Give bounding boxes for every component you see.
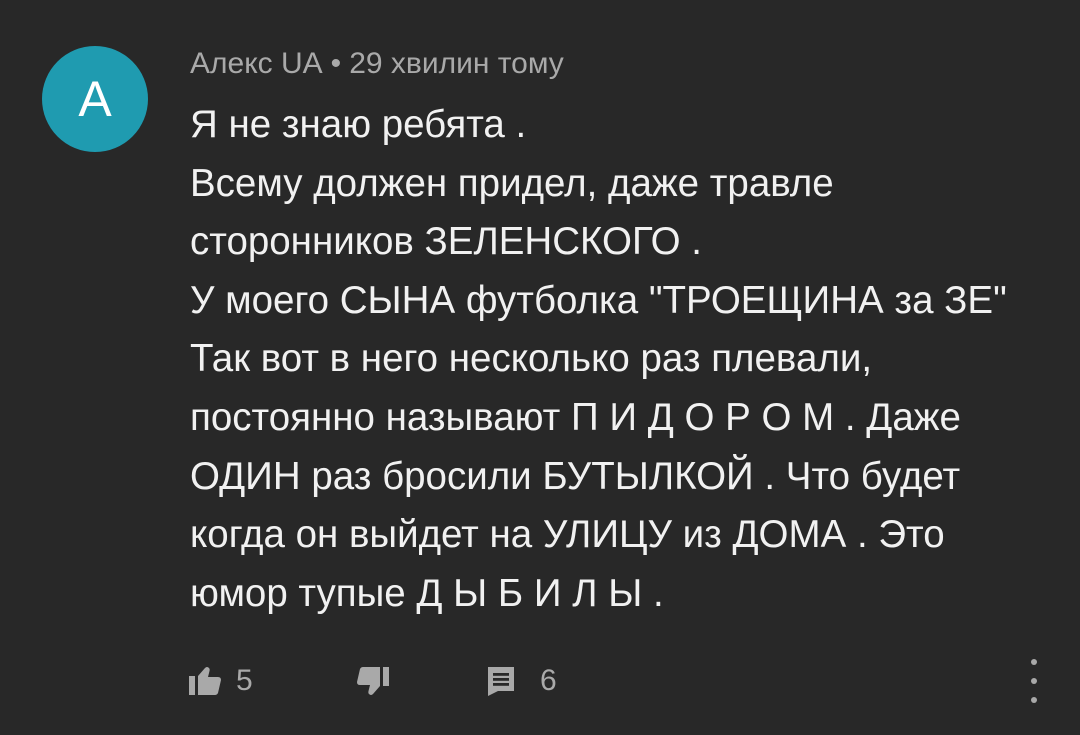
thumbs-up-icon xyxy=(189,667,221,695)
comment-time[interactable]: 29 хвилин тому xyxy=(349,47,564,80)
thumbs-down-icon xyxy=(357,667,389,695)
comment-text: Я не знаю ребята . Всему должен придел, … xyxy=(190,96,1050,623)
more-dot xyxy=(1031,659,1037,665)
author-name[interactable]: Алекс UA xyxy=(190,47,323,80)
comment-line: ОДИН раз бросили БУТЫЛКОЙ . Что будет xyxy=(190,454,961,498)
comment-line: сторонников ЗЕЛЕНСКОГО . xyxy=(190,220,703,264)
reply-count: 6 xyxy=(540,664,557,697)
dislike-button[interactable] xyxy=(356,656,390,706)
reply-icon xyxy=(488,667,514,696)
comment-line: постоянно называют П И Д О Р О М . Даже xyxy=(190,395,961,439)
avatar-letter: A xyxy=(78,71,112,127)
comment-line: когда он выйдет на УЛИЦУ из ДОМА . Это xyxy=(190,513,945,557)
comment-line: Я не знаю ребята . xyxy=(190,103,527,146)
header-separator: • xyxy=(330,47,342,80)
like-button[interactable]: 5 xyxy=(188,656,253,706)
comment-line: Так вот в него несколько раз плевали, xyxy=(190,337,873,381)
like-count: 5 xyxy=(236,664,253,697)
comment-line: У моего СЫНА футболка "ТРОЕЩИНА за ЗЕ" xyxy=(190,278,1007,322)
more-vert-icon[interactable] xyxy=(1022,659,1046,703)
avatar[interactable]: A xyxy=(42,46,148,152)
comment-line: юмор тупые Д Ы Б И Л Ы . xyxy=(190,571,664,615)
more-dot xyxy=(1031,697,1037,703)
comment-header: Алекс UA • 29 хвилин тому xyxy=(190,44,564,84)
comment-line: Всему должен придел, даже травле xyxy=(190,161,834,205)
reply-button[interactable]: 6 xyxy=(486,656,557,706)
comment-actions: 5 6 xyxy=(188,656,1068,706)
more-dot xyxy=(1031,678,1037,684)
